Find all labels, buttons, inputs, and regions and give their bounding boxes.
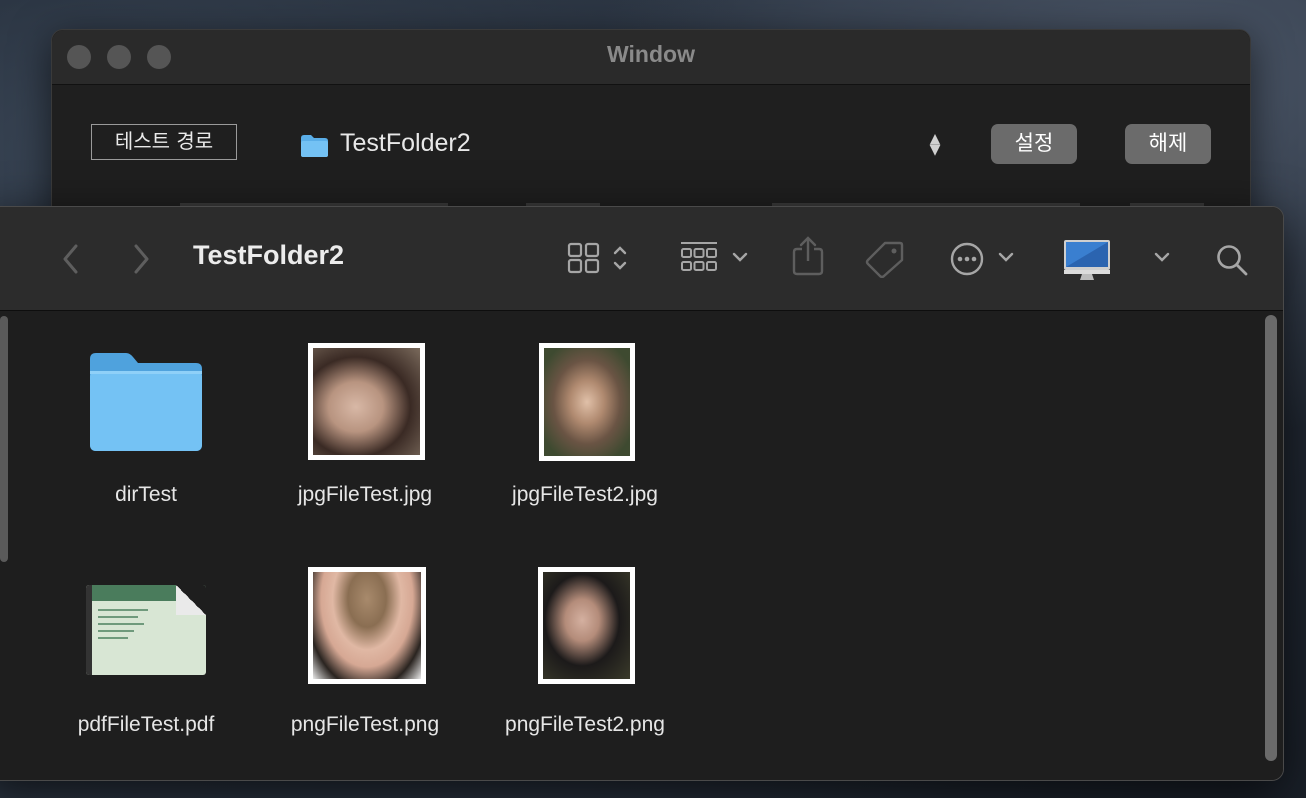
background-window-scrollbar [0,316,8,562]
pdf-thumbnail [86,585,206,675]
file-name: pngFileTest.png [290,713,440,736]
clear-button[interactable]: 해제 [1125,124,1211,164]
path-popup[interactable]: TestFolder2 [340,129,471,158]
file-name: pngFileTest2.png [505,713,665,736]
file-name: pdfFileTest.pdf [77,713,215,736]
window-title: Window [607,41,695,67]
tag-icon[interactable] [865,240,905,278]
chevron-down-icon[interactable] [998,251,1014,263]
chevron-down-icon[interactable] [732,251,748,263]
chevron-down-icon[interactable] [1154,251,1170,263]
folder-icon [301,135,328,157]
scrollbar-thumb[interactable] [1265,315,1277,761]
image-thumbnail [538,567,635,684]
file-item[interactable]: jpgFileTest2.jpg [485,311,685,531]
folder-icon [90,353,202,451]
file-item[interactable]: pdfFileTest.pdf [46,535,246,765]
search-icon[interactable] [1215,243,1249,277]
file-item[interactable]: pngFileTest2.png [485,535,685,765]
image-thumbnail [539,343,635,461]
computer-icon[interactable] [1063,239,1111,281]
back-icon[interactable] [61,243,81,275]
file-name: jpgFileTest2.jpg [512,483,658,506]
file-item[interactable]: dirTest [46,311,246,531]
file-item[interactable]: jpgFileTest.jpg [265,311,465,531]
finder-window: TestFolder2 dirTest jpgFileTest.jpg jpgF… [0,206,1284,781]
forward-icon[interactable] [131,243,151,275]
set-button[interactable]: 설정 [991,124,1077,164]
file-name: jpgFileTest.jpg [297,483,433,506]
icon-view-icon[interactable] [567,242,601,274]
path-label: 테스트 경로 [91,124,237,160]
file-item[interactable]: pngFileTest.png [265,535,465,765]
share-icon[interactable] [791,235,825,277]
file-grid: dirTest jpgFileTest.jpg jpgFileTest2.jpg [0,311,1283,780]
popup-stepper-icon[interactable]: ▲ ▼ [927,132,943,157]
chevron-updown-icon[interactable] [612,243,628,273]
back-window-titlebar: Window [52,30,1250,85]
vertical-scrollbar[interactable] [1263,315,1279,763]
file-name: dirTest [115,483,177,506]
more-actions-icon[interactable] [949,241,985,277]
image-thumbnail [308,343,425,460]
finder-toolbar: TestFolder2 [0,207,1283,311]
folder-title: TestFolder2 [193,240,345,270]
group-view-icon[interactable] [679,240,719,276]
image-thumbnail [308,567,426,684]
